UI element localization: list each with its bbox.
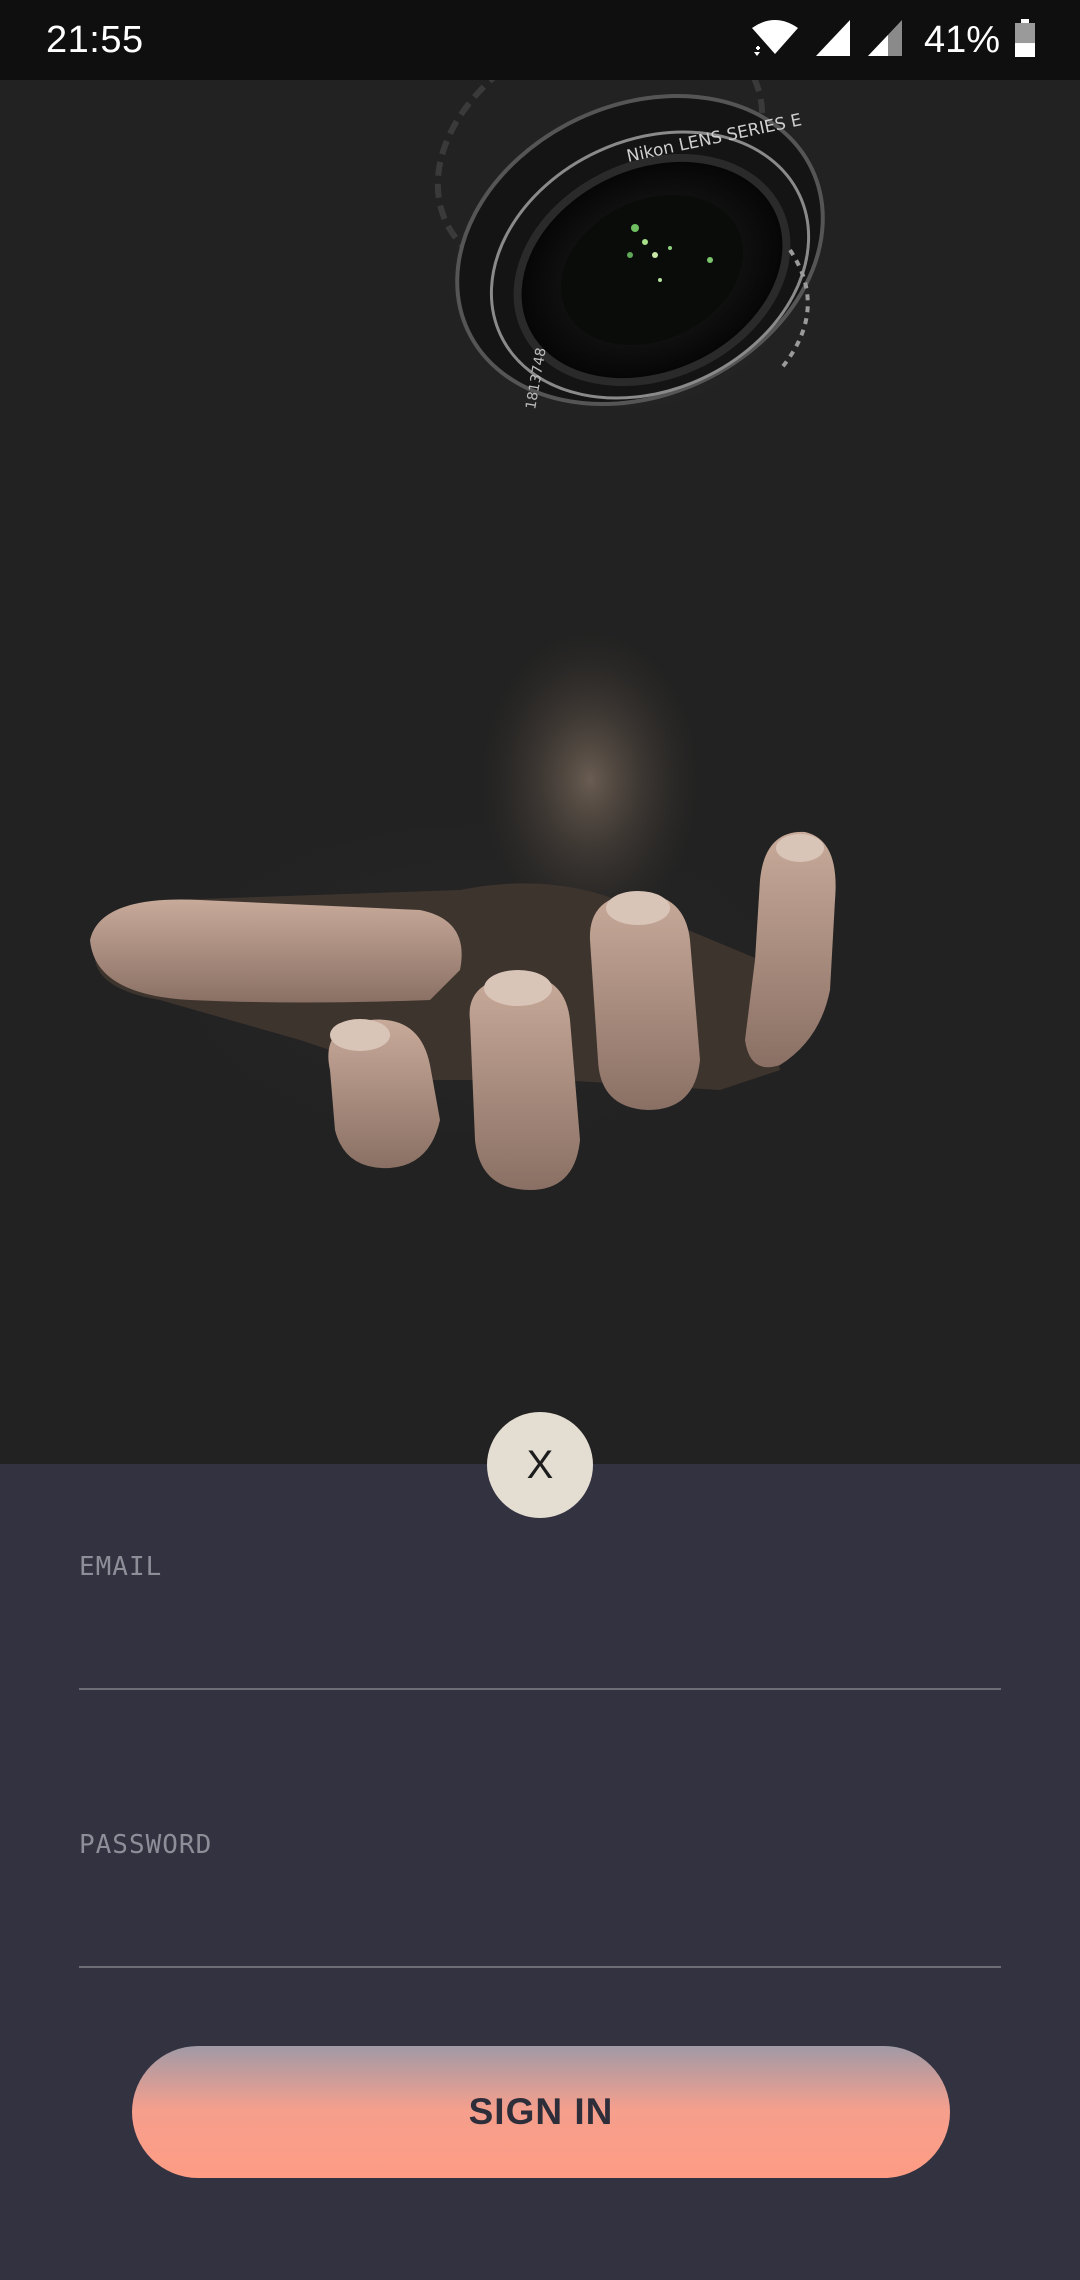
close-button[interactable]: X [487, 1412, 593, 1518]
battery-percent: 41% [923, 19, 1000, 61]
battery-icon [1014, 18, 1036, 62]
email-field[interactable] [79, 1618, 1001, 1690]
camera-lens: Nikon LENS SERIES E 1813748 [434, 80, 825, 411]
password-label: PASSWORD [79, 1830, 213, 1860]
email-label: EMAIL [79, 1552, 163, 1582]
status-time: 21:55 [46, 19, 144, 61]
hero-illustration: Nikon LENS SERIES E 1813748 [90, 80, 836, 1190]
sign-in-button[interactable]: SIGN IN [132, 2046, 950, 2178]
hero-image: Nikon LENS SERIES E 1813748 [0, 80, 1080, 1464]
wifi-icon [750, 18, 800, 62]
hand [90, 630, 836, 1190]
cell-signal-weak-icon [866, 18, 904, 62]
cell-signal-icon [814, 18, 852, 62]
status-bar: 21:55 41% [0, 0, 1080, 80]
status-icons: 41% [750, 16, 1036, 64]
password-field[interactable] [79, 1896, 1001, 1968]
